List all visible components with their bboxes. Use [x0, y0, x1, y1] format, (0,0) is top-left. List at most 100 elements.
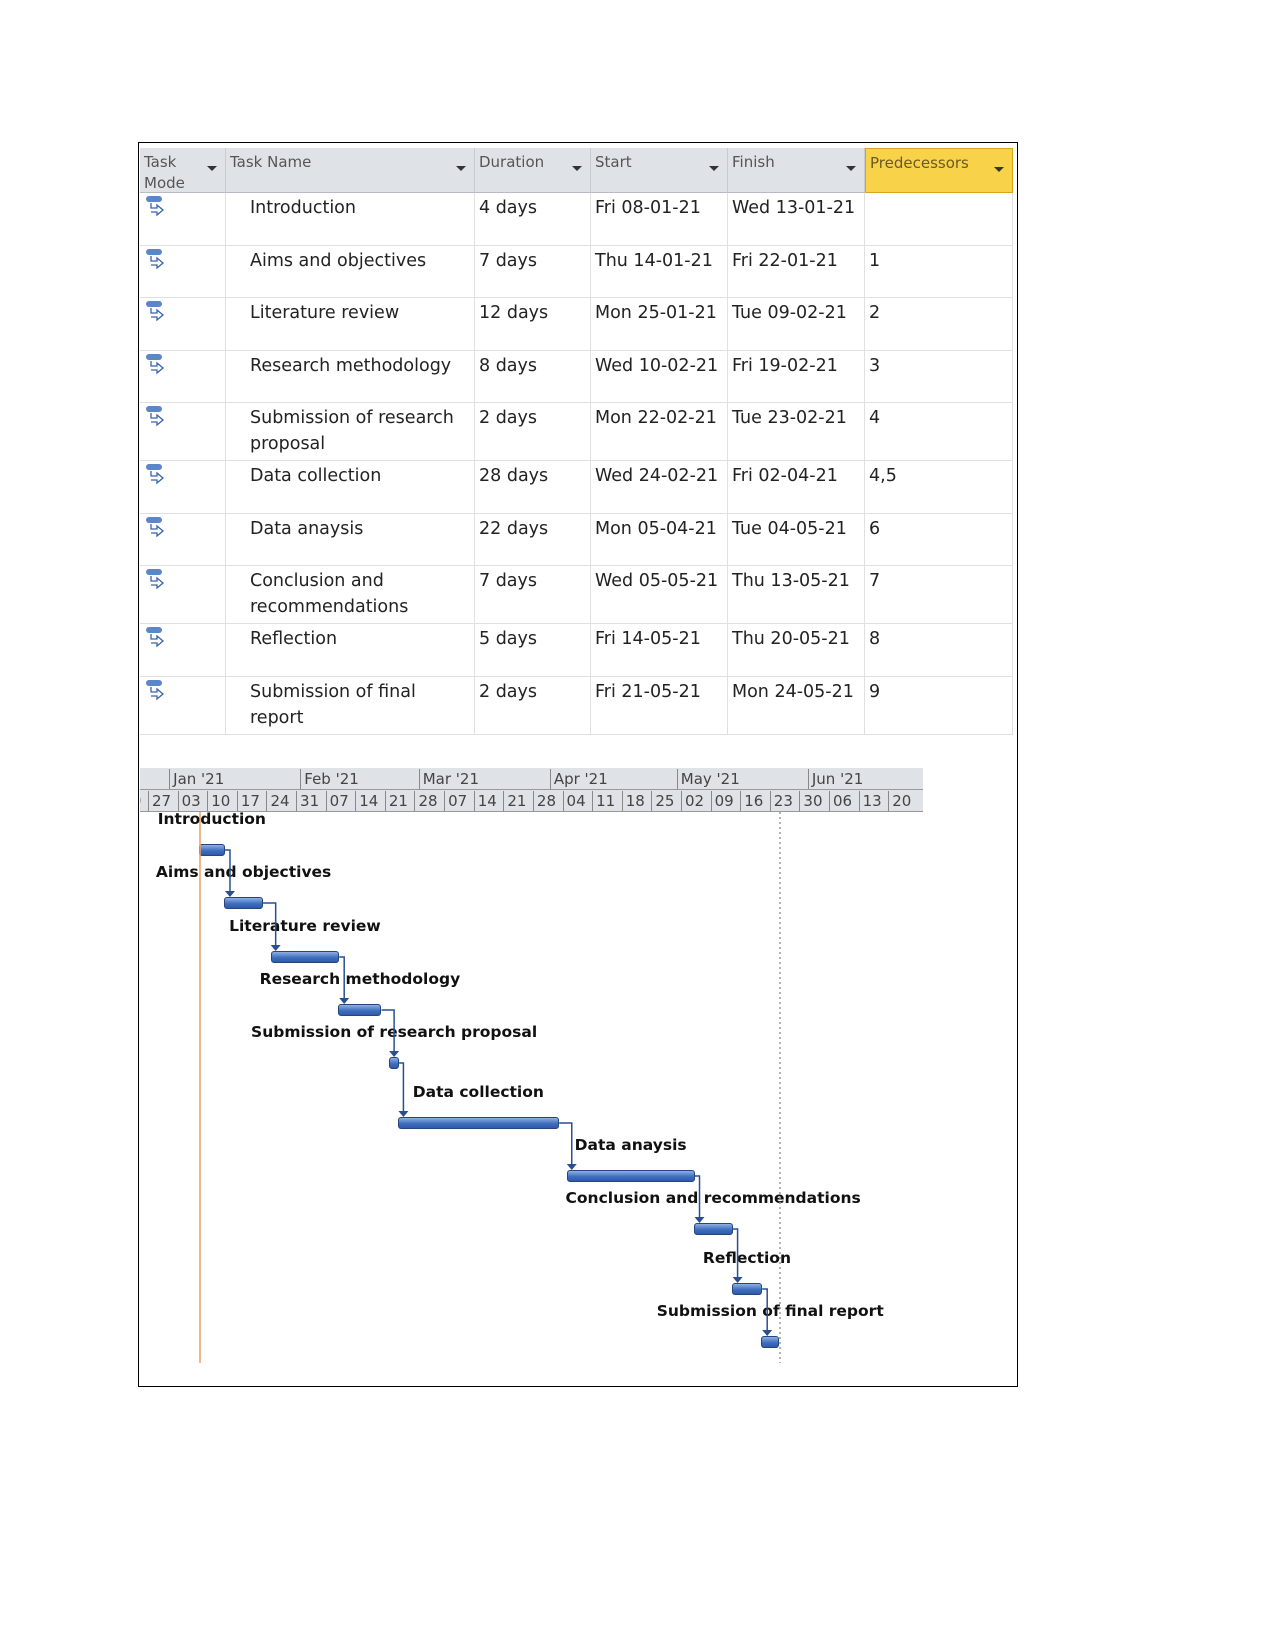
task-start-cell[interactable]: Fri 14-05-21: [591, 624, 728, 677]
task-start-cell[interactable]: Fri 08-01-21: [591, 193, 728, 246]
task-start-cell[interactable]: Wed 10-02-21: [591, 351, 728, 403]
task-duration-cell[interactable]: 22 days: [475, 514, 591, 566]
task-duration-cell[interactable]: 28 days: [475, 461, 591, 514]
column-header-duration[interactable]: Duration: [475, 148, 591, 193]
task-mode-cell[interactable]: [140, 403, 226, 461]
task-pred-cell[interactable]: 8: [865, 624, 1013, 677]
task-bar[interactable]: [693, 1223, 733, 1235]
task-finish-cell[interactable]: Tue 23-02-21: [728, 403, 865, 461]
task-finish-cell[interactable]: Fri 22-01-21: [728, 246, 865, 298]
task-start-cell[interactable]: Mon 22-02-21: [591, 403, 728, 461]
task-start-cell[interactable]: Fri 21-05-21: [591, 677, 728, 735]
header-label: Predecessors: [870, 154, 969, 172]
task-bar[interactable]: [761, 1336, 780, 1348]
column-header-task-mode[interactable]: Task Mode: [140, 148, 226, 193]
task-name-cell[interactable]: Aims and objectives: [226, 246, 475, 298]
week-label: 25: [651, 791, 674, 811]
task-start-cell[interactable]: Mon 05-04-21: [591, 514, 728, 566]
task-finish-cell[interactable]: Fri 19-02-21: [728, 351, 865, 403]
task-start-cell[interactable]: Mon 25-01-21: [591, 298, 728, 351]
task-name-cell[interactable]: Reflection: [226, 624, 475, 677]
task-duration-cell[interactable]: 8 days: [475, 351, 591, 403]
week-label: 24: [266, 791, 290, 811]
week-label: 28: [532, 791, 556, 811]
task-mode-cell[interactable]: [140, 246, 226, 298]
week-label: 14: [473, 791, 497, 811]
task-pred-cell[interactable]: 1: [865, 246, 1013, 298]
task-mode-cell[interactable]: [140, 461, 226, 514]
task-mode-cell[interactable]: [140, 514, 226, 566]
task-finish-cell[interactable]: Thu 13-05-21: [728, 566, 865, 624]
document-page: Task Mode Task Name Duration Start Finis…: [0, 0, 1275, 1651]
task-pred-cell[interactable]: 9: [865, 677, 1013, 735]
task-finish-cell[interactable]: Tue 04-05-21: [728, 514, 865, 566]
task-finish-cell[interactable]: Wed 13-01-21: [728, 193, 865, 246]
task-bar[interactable]: [397, 1117, 560, 1129]
task-name-cell[interactable]: Data collection: [226, 461, 475, 514]
task-name-cell[interactable]: Literature review: [226, 298, 475, 351]
task-name-cell[interactable]: Introduction: [226, 193, 475, 246]
task-bar[interactable]: [198, 844, 225, 856]
task-start-cell[interactable]: Thu 14-01-21: [591, 246, 728, 298]
task-pred-cell[interactable]: [865, 193, 1013, 246]
task-pred-cell[interactable]: 7: [865, 566, 1013, 624]
task-name-cell[interactable]: Research methodology: [226, 351, 475, 403]
task-duration-cell[interactable]: 4 days: [475, 193, 591, 246]
task-start-cell[interactable]: Wed 05-05-21: [591, 566, 728, 624]
task-bar[interactable]: [731, 1283, 763, 1295]
task-bar[interactable]: [338, 1004, 382, 1016]
column-header-finish[interactable]: Finish: [728, 148, 865, 193]
column-header-start[interactable]: Start: [591, 148, 728, 193]
task-duration-cell[interactable]: 5 days: [475, 624, 591, 677]
task-name-cell[interactable]: Submission of research proposal: [226, 403, 475, 461]
task-name-cell[interactable]: Submission of final report: [226, 677, 475, 735]
task-mode-cell[interactable]: [140, 351, 226, 403]
dropdown-arrow-icon[interactable]: [994, 167, 1004, 172]
dropdown-arrow-icon[interactable]: [709, 166, 719, 171]
task-bar[interactable]: [566, 1170, 695, 1182]
week-label: 11: [592, 791, 615, 811]
dropdown-arrow-icon[interactable]: [572, 166, 582, 171]
task-pred-cell[interactable]: 6: [865, 514, 1013, 566]
column-header-predecessors[interactable]: Predecessors: [865, 148, 1013, 193]
header-label: Finish: [732, 153, 775, 171]
task-finish-cell[interactable]: Tue 09-02-21: [728, 298, 865, 351]
task-start-cell[interactable]: Wed 24-02-21: [591, 461, 728, 514]
task-bar-label: Reflection: [702, 1249, 791, 1267]
task-mode-cell[interactable]: [140, 677, 226, 735]
task-bar[interactable]: [389, 1057, 400, 1069]
task-duration-cell[interactable]: 2 days: [475, 677, 591, 735]
month-label: Feb '21: [300, 769, 359, 789]
week-label: 21: [384, 791, 408, 811]
task-bar[interactable]: [270, 951, 340, 963]
task-name-cell[interactable]: Data anaysis: [226, 514, 475, 566]
column-header-task-name[interactable]: Task Name: [226, 148, 475, 193]
task-duration-cell[interactable]: 12 days: [475, 298, 591, 351]
week-label: 06: [829, 791, 852, 811]
dropdown-arrow-icon[interactable]: [207, 166, 217, 171]
week-label: 20: [888, 791, 911, 811]
task-pred-cell[interactable]: 3: [865, 351, 1013, 403]
week-label: 17: [236, 791, 260, 811]
dropdown-arrow-icon[interactable]: [846, 166, 856, 171]
task-duration-cell[interactable]: 7 days: [475, 566, 591, 624]
dropdown-arrow-icon[interactable]: [456, 166, 466, 171]
task-finish-cell[interactable]: Fri 02-04-21: [728, 461, 865, 514]
task-pred-cell[interactable]: 2: [865, 298, 1013, 351]
task-mode-cell[interactable]: [140, 624, 226, 677]
task-pred-cell[interactable]: 4,5: [865, 461, 1013, 514]
task-pred-cell[interactable]: 4: [865, 403, 1013, 461]
task-name-cell[interactable]: Conclusion and recommendations: [226, 566, 475, 624]
timescale-weeks: 20 27 03 10 17 24 31 07 14 21 28 07 14 21 28 04 11 18 25 02…: [140, 790, 923, 812]
task-mode-cell[interactable]: [140, 193, 226, 246]
task-mode-cell[interactable]: [140, 566, 226, 624]
task-finish-cell[interactable]: Thu 20-05-21: [728, 624, 865, 677]
task-duration-cell[interactable]: 2 days: [475, 403, 591, 461]
task-bar-label: Literature review: [229, 917, 381, 935]
week-label: 21: [503, 791, 526, 811]
task-bar[interactable]: [224, 897, 264, 909]
task-duration-cell[interactable]: 7 days: [475, 246, 591, 298]
task-bar-label: Aims and objectives: [155, 863, 332, 881]
task-finish-cell[interactable]: Mon 24-05-21: [728, 677, 865, 735]
task-mode-cell[interactable]: [140, 298, 226, 351]
